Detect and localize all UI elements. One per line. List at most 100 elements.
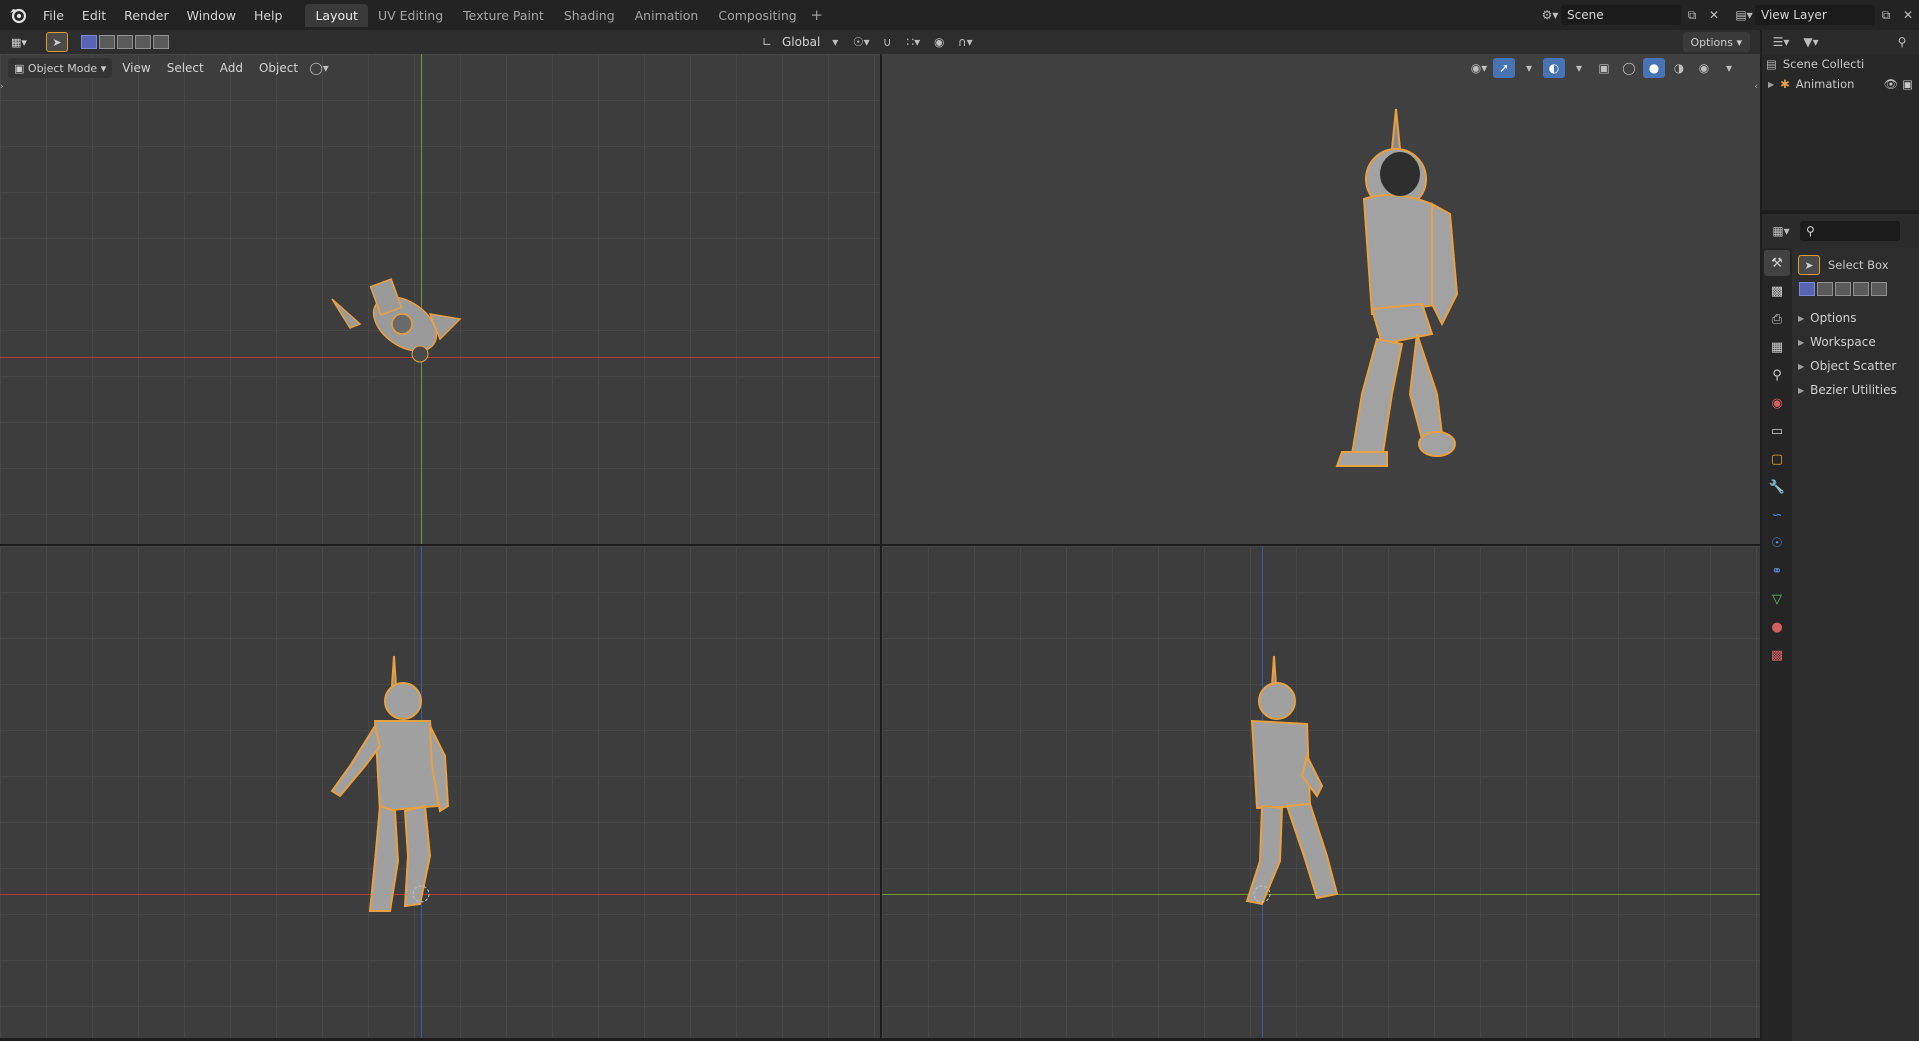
add-workspace-icon[interactable]: + [807, 6, 827, 24]
viewport-front[interactable] [0, 546, 880, 1038]
panel-options[interactable]: ▶ Options [1798, 306, 1913, 330]
view-layer-selector-icon[interactable]: ▤▾ [1733, 5, 1755, 25]
tab-object-icon[interactable]: ▢ [1764, 446, 1790, 472]
wireframe-shading-icon[interactable]: ◯ [1618, 58, 1640, 78]
snap-target-icon[interactable]: ∷▾ [902, 32, 924, 52]
viewport-perspective[interactable]: ◉▾ ➚ ▾ ◐ ▾ ▣ ◯ ● ◑ ◉ ▾ ‹ [882, 54, 1760, 544]
menu-window[interactable]: Window [178, 5, 245, 26]
menu-edit[interactable]: Edit [73, 5, 115, 26]
tab-material-icon[interactable]: ● [1764, 614, 1790, 640]
menu-file[interactable]: File [34, 5, 73, 26]
tab-constraints-icon[interactable]: ⚭ [1764, 558, 1790, 584]
display-mode-icon[interactable]: ☰▾ [1770, 32, 1792, 52]
mode-subtract-icon[interactable] [1835, 282, 1851, 296]
delete-scene-icon[interactable]: ✕ [1703, 5, 1725, 25]
tab-texture-paint[interactable]: Texture Paint [453, 4, 554, 27]
tab-texture-icon[interactable]: ▩ [1764, 642, 1790, 668]
tab-modifier-icon[interactable]: 🔧 [1764, 474, 1790, 500]
viewport-right[interactable] [882, 546, 1760, 1038]
menu-object[interactable]: Object [253, 58, 304, 78]
mode-invert-icon[interactable] [1853, 282, 1869, 296]
new-view-layer-icon[interactable]: ⧉ [1875, 5, 1897, 25]
tab-render-icon[interactable]: ▩ [1764, 278, 1790, 304]
tab-output-icon[interactable]: ⎙ [1764, 306, 1790, 332]
mode-subtract-icon[interactable] [116, 35, 133, 49]
delete-view-layer-icon[interactable]: ✕ [1897, 5, 1919, 25]
expand-arrow-icon: ▶ [1798, 385, 1805, 395]
rendered-shading-icon[interactable]: ◉ [1693, 58, 1715, 78]
tab-world-icon[interactable]: ◉ [1764, 390, 1790, 416]
view-layer-field[interactable]: View Layer [1755, 5, 1875, 25]
tab-physics-icon[interactable]: ☉ [1764, 530, 1790, 556]
menu-select[interactable]: Select [161, 58, 210, 78]
toolbar-expand-icon[interactable]: › [0, 82, 4, 92]
properties-editor-icon[interactable]: ▦▾ [1770, 221, 1792, 241]
eye-icon[interactable]: 👁 [1884, 77, 1899, 91]
robot-model-front[interactable] [320, 646, 480, 916]
blender-logo-icon[interactable] [8, 5, 28, 25]
xray-icon[interactable]: ▣ [1593, 58, 1615, 78]
pivot-point-icon[interactable]: ☉▾ [850, 32, 872, 52]
tab-layout[interactable]: Layout [305, 3, 368, 27]
mode-invert-icon[interactable] [134, 35, 151, 49]
panel-workspace[interactable]: ▶ Workspace [1798, 330, 1913, 354]
sidebar-expand-icon[interactable]: ‹ [1754, 82, 1758, 92]
tab-compositing[interactable]: Compositing [708, 4, 806, 27]
snap-icon[interactable]: ∪ [876, 32, 898, 52]
gizmo-icon[interactable]: ➚ [1493, 58, 1515, 78]
active-tool-row: ➤ Select Box [1798, 252, 1913, 278]
panel-bezier-utilities[interactable]: ▶ Bezier Utilities [1798, 378, 1913, 402]
overlays-icon[interactable]: ◐ [1543, 58, 1565, 78]
visibility-icon[interactable]: ◉▾ [1468, 58, 1490, 78]
robot-model-top[interactable] [320, 264, 470, 384]
solid-shading-icon[interactable]: ● [1643, 58, 1665, 78]
menu-add[interactable]: Add [214, 58, 249, 78]
search-icon[interactable]: ⚲ [1891, 32, 1913, 52]
tab-shading[interactable]: Shading [554, 4, 625, 27]
tab-scene-icon[interactable]: ⚲ [1764, 362, 1790, 388]
brush-dropdown-icon[interactable]: ◯▾ [308, 58, 330, 78]
tab-particles-icon[interactable]: ∽ [1764, 502, 1790, 528]
select-tool-button[interactable]: ➤ [45, 32, 68, 52]
mode-dropdown[interactable]: ▣ Object Mode ▾ [8, 58, 113, 78]
transform-orientation-dropdown[interactable]: Global [782, 35, 820, 49]
scene-collection-row[interactable]: ▤ Scene Collecti [1762, 54, 1919, 74]
mode-extend-icon[interactable] [98, 35, 115, 49]
tab-uv-editing[interactable]: UV Editing [368, 4, 453, 27]
mode-new-icon[interactable] [80, 35, 97, 49]
shading-dropdown-icon[interactable]: ▾ [1718, 58, 1740, 78]
mode-new-icon[interactable] [1799, 282, 1815, 296]
gizmo-dropdown-icon[interactable]: ▾ [1518, 58, 1540, 78]
menu-view[interactable]: View [116, 58, 156, 78]
menu-help[interactable]: Help [245, 5, 292, 26]
select-box-tool-icon[interactable]: ➤ [1798, 255, 1820, 275]
robot-model-perspective[interactable] [1292, 94, 1472, 514]
mode-intersect-icon[interactable] [1871, 282, 1887, 296]
viewport-top[interactable]: ▣ Object Mode ▾ View Select Add Object ◯… [0, 54, 880, 544]
overlays-dropdown-icon[interactable]: ▾ [1568, 58, 1590, 78]
falloff-icon[interactable]: ∩▾ [954, 32, 976, 52]
new-scene-icon[interactable]: ⧉ [1681, 5, 1703, 25]
mode-extend-icon[interactable] [1817, 282, 1833, 296]
mode-intersect-icon[interactable] [152, 35, 169, 49]
transform-controls: ∟ Global ▾ ☉▾ ∪ ∷▾ ◉ ∩▾ [756, 32, 976, 52]
proportional-edit-icon[interactable]: ◉ [928, 32, 950, 52]
tab-view-layer-icon[interactable]: ▦ [1764, 334, 1790, 360]
panel-object-scatter[interactable]: ▶ Object Scatter [1798, 354, 1913, 378]
editor-type-icon[interactable]: ▦▾ [6, 32, 32, 52]
tab-animation[interactable]: Animation [625, 4, 709, 27]
scene-selector-icon[interactable]: ⚙▾ [1539, 5, 1561, 25]
menu-render[interactable]: Render [115, 5, 178, 26]
properties-search-input[interactable]: ⚲ [1800, 221, 1900, 241]
outliner-item-animation[interactable]: ▶ ✱ Animation 👁 ▣ [1762, 74, 1919, 94]
tab-data-icon[interactable]: ▽ [1764, 586, 1790, 612]
tab-collection-icon[interactable]: ▭ [1764, 418, 1790, 444]
tab-tool-icon[interactable]: ⚒ [1764, 250, 1790, 276]
scene-name-field[interactable]: Scene [1561, 5, 1681, 25]
expand-arrow-icon[interactable]: ▶ [1768, 80, 1774, 89]
filter-icon[interactable]: ▼▾ [1800, 32, 1822, 52]
robot-model-side[interactable] [1222, 646, 1382, 916]
camera-icon[interactable]: ▣ [1902, 77, 1913, 91]
options-dropdown[interactable]: Options ▾ [1682, 32, 1750, 52]
material-shading-icon[interactable]: ◑ [1668, 58, 1690, 78]
